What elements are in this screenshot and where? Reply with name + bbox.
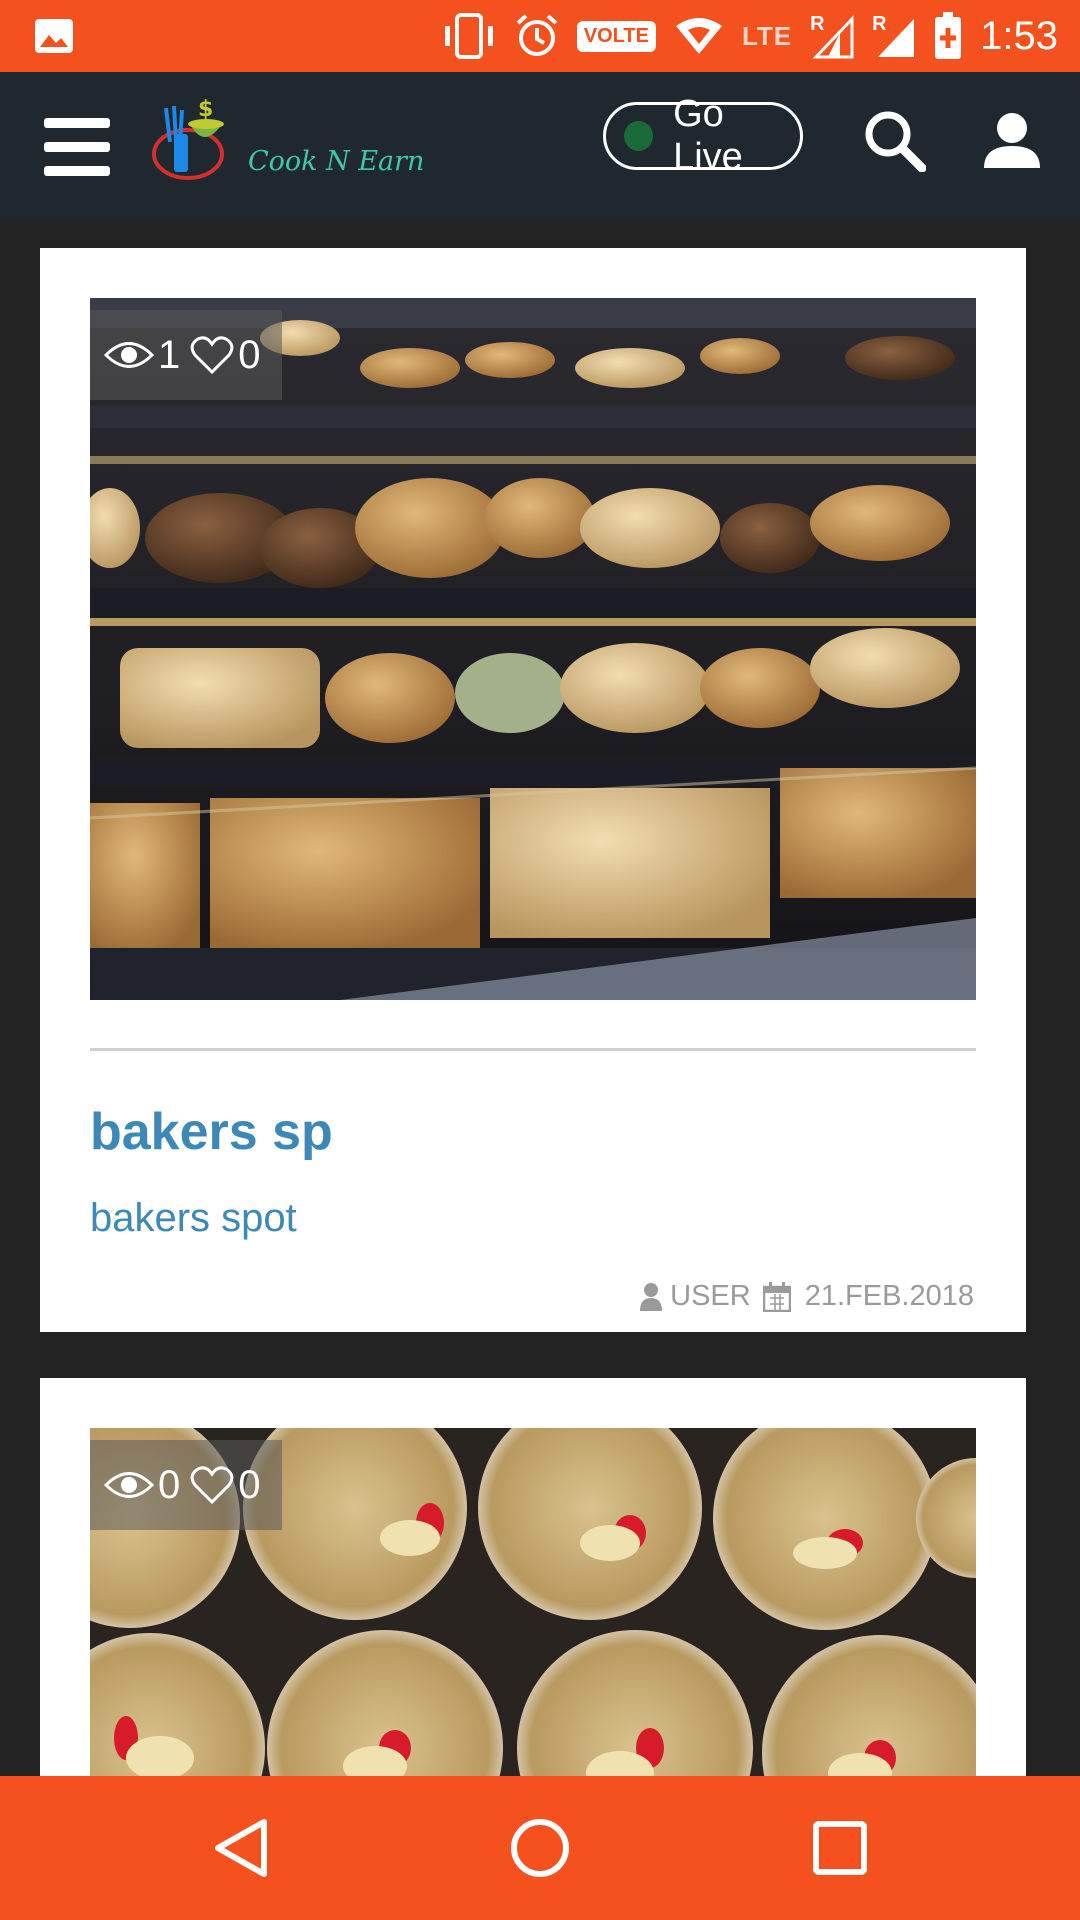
live-indicator-dot: [624, 121, 654, 151]
post-image[interactable]: 1 0: [90, 298, 976, 1000]
system-nav-bar: [0, 1776, 1080, 1920]
app-bar: $ Cook N Earn Go Live: [0, 72, 1080, 222]
svg-text:$: $: [198, 97, 213, 122]
signal-icon: R: [810, 13, 854, 59]
wifi-icon: [675, 18, 722, 54]
menu-button[interactable]: [44, 118, 110, 176]
lte-label: LTE: [741, 20, 793, 51]
cooking-pot-icon: $: [152, 97, 224, 180]
vibrate-icon: [444, 13, 493, 59]
battery-icon: [935, 12, 962, 59]
menu-icon-bar: [44, 166, 110, 176]
go-live-label: Go Live: [673, 93, 743, 178]
post-stats: 0 0: [90, 1440, 282, 1530]
views-count: 0: [158, 1462, 181, 1507]
status-bar: VOLTE LTE R R 1:53: [0, 0, 1080, 72]
user-icon[interactable]: [982, 110, 1042, 170]
calendar-icon: [762, 1281, 791, 1312]
eye-icon: [104, 342, 154, 368]
post-card[interactable]: 1 0 bakers sp bakers spot USER 21.FEB.20…: [40, 248, 1026, 1332]
post-stats: 1 0: [90, 310, 282, 400]
post-meta: USER 21.FEB.2018: [640, 1280, 974, 1313]
home-icon[interactable]: [504, 1812, 576, 1884]
image-icon: [35, 19, 73, 53]
go-live-button[interactable]: Go Live: [603, 93, 803, 178]
post-image[interactable]: 0 0: [90, 1428, 976, 1776]
clock: 1:53: [980, 13, 1058, 58]
back-icon[interactable]: [206, 1812, 278, 1884]
menu-icon-bar: [44, 118, 110, 128]
post-title[interactable]: bakers sp: [90, 1102, 333, 1162]
volte-badge: VOLTE: [576, 20, 656, 52]
app-logo[interactable]: $ Cook N Earn: [152, 94, 432, 204]
heart-icon[interactable]: [190, 1465, 234, 1505]
alarm-icon: [516, 14, 558, 56]
logo-text: Cook N Earn: [248, 146, 425, 177]
post-card[interactable]: 0 0: [40, 1378, 1026, 1776]
views-count: 1: [158, 332, 181, 377]
eye-icon: [104, 1472, 154, 1498]
signal-icon-2: R: [872, 13, 916, 59]
search-icon[interactable]: [862, 108, 926, 172]
heart-icon[interactable]: [190, 335, 234, 375]
post-feed[interactable]: 1 0 bakers sp bakers spot USER 21.FEB.20…: [0, 222, 1080, 1776]
bakery-display-image: [90, 298, 976, 1000]
recents-icon[interactable]: [804, 1812, 876, 1884]
post-author: USER: [670, 1280, 751, 1312]
post-description: bakers spot: [90, 1196, 297, 1240]
user-icon: [640, 1282, 663, 1311]
card-divider: [90, 1048, 976, 1051]
likes-count: 0: [238, 332, 261, 377]
post-date: 21.FEB.2018: [804, 1280, 974, 1312]
likes-count: 0: [238, 1462, 261, 1507]
menu-icon-bar: [44, 142, 110, 152]
